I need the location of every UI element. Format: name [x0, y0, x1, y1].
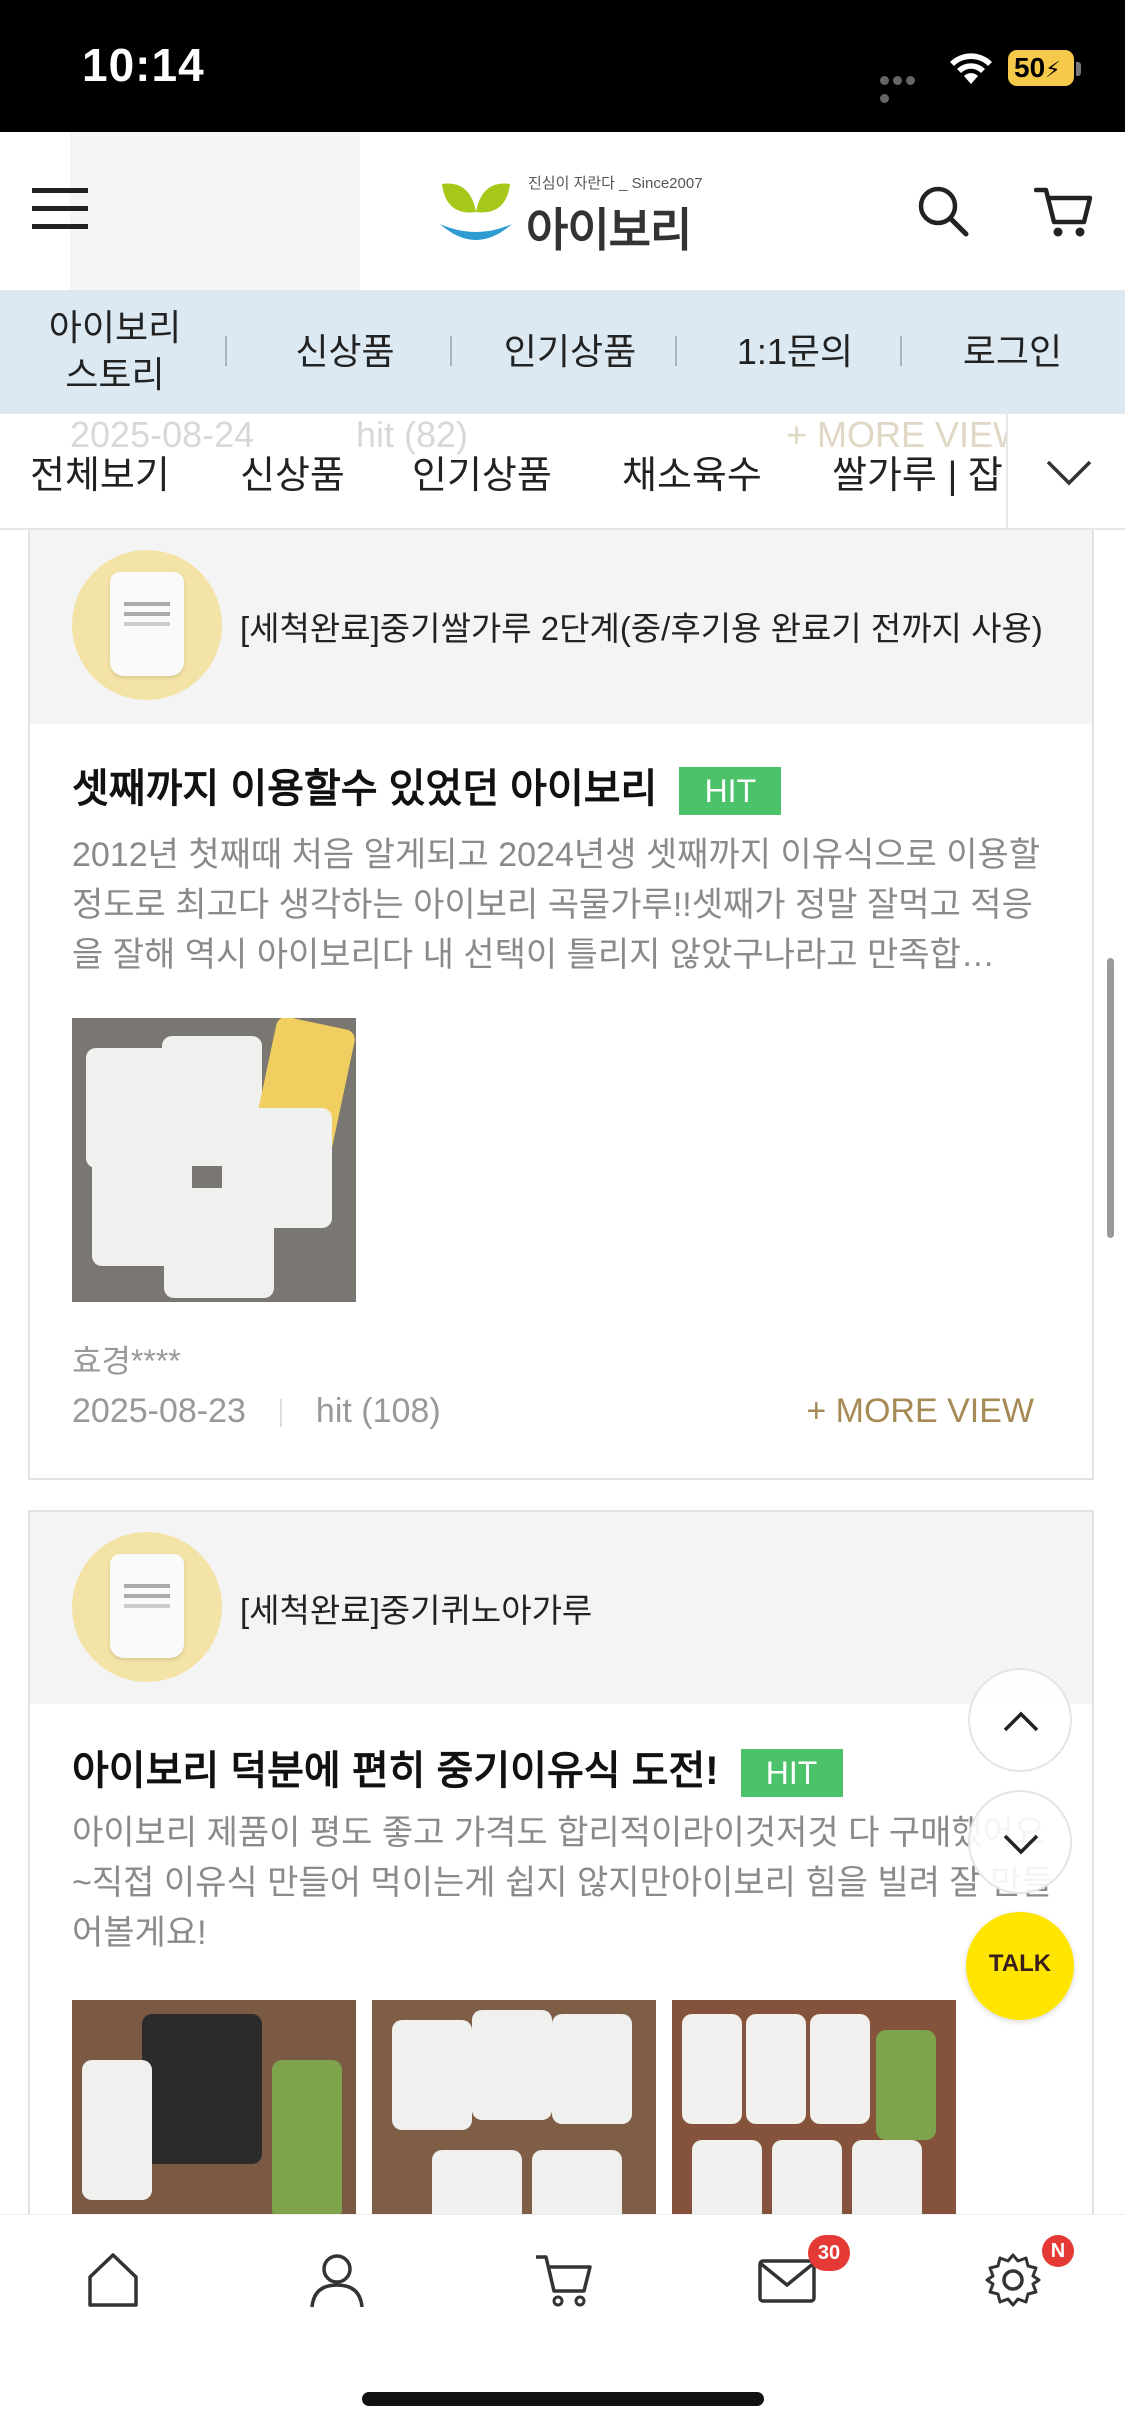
category-new[interactable]: 신상품 — [240, 444, 345, 499]
chevron-up-icon — [1003, 1711, 1039, 1732]
review-date: 2025-08-23 — [72, 1392, 246, 1430]
status-time: 10:14 — [82, 39, 205, 91]
settings-badge: N — [1042, 2235, 1074, 2267]
logo-leaf-icon — [440, 183, 512, 240]
top-nav-divider — [900, 336, 902, 366]
top-nav-new[interactable]: 신상품 — [240, 290, 450, 414]
battery-icon: 50⚡ — [1008, 50, 1074, 86]
category-nav: 2025-08-24 hit (82) + MORE VIEW 전체보기 신상품… — [0, 414, 1125, 530]
category-vegetable-broth[interactable]: 채소육수 — [622, 444, 762, 499]
chevron-down-icon — [1003, 1834, 1039, 1855]
talk-label: TALK — [988, 1950, 1052, 1977]
kakao-talk-button[interactable]: TALK — [966, 1912, 1074, 2020]
review-product[interactable]: [세척완료]중기퀴노아가루 — [30, 1512, 1092, 1704]
review-card[interactable]: [세척완료]중기쌀가루 2단계(중/후기용 완료기 전까지 사용) 셋째까지 이… — [28, 530, 1094, 1480]
scrollbar-thumb[interactable] — [1107, 958, 1114, 1238]
site-header: 진심이 자란다 _ Since2007 아이보리 — [0, 132, 1125, 290]
wifi-icon — [950, 53, 992, 84]
logo-text: 아이보리 — [526, 204, 692, 256]
mail-badge: 30 — [808, 2235, 850, 2271]
scroll-bottom-button[interactable] — [968, 1790, 1072, 1894]
product-name: [세척완료]중기쌀가루 2단계(중/후기용 완료기 전까지 사용) — [240, 610, 1043, 647]
top-nav-divider — [675, 336, 677, 366]
settings-gear-icon[interactable] — [978, 2245, 1048, 2315]
top-nav-popular[interactable]: 인기상품 — [465, 290, 675, 414]
hit-badge: HIT — [679, 767, 782, 816]
category-rice-flour[interactable]: 쌀가루 | 잡 — [832, 444, 1003, 499]
status-bar: 10:14 50⚡ — [0, 0, 1125, 132]
scroll-top-button[interactable] — [968, 1668, 1072, 1772]
review-body: 2012년 첫째때 처음 알게되고 2024년생 셋째까지 이유식으로 이용할정… — [72, 836, 1041, 974]
chevron-down-icon — [1046, 460, 1092, 486]
review-title-text: 아이보리 덕분에 편히 중기이유식 도전! — [72, 1749, 719, 1793]
top-nav-inquiry[interactable]: 1:1문의 — [690, 290, 900, 414]
review-author: 효경**** — [72, 1343, 181, 1379]
review-title[interactable]: 셋째까지 이용할수 있었던 아이보리 HIT — [72, 756, 782, 816]
review-meta: 2025-08-23 hit (108) — [72, 1392, 441, 1431]
review-hit-count: hit (108) — [315, 1392, 441, 1430]
product-thumbnail — [72, 1532, 222, 1682]
signal-icon — [880, 72, 930, 103]
top-nav-divider — [225, 336, 227, 366]
top-nav-login[interactable]: 로그인 — [915, 290, 1110, 414]
battery-tip — [1076, 62, 1081, 76]
review-title[interactable]: 아이보리 덕분에 편히 중기이유식 도전! HIT — [72, 1738, 843, 1798]
search-icon[interactable] — [916, 184, 970, 238]
header-background-ghost — [70, 132, 360, 290]
top-nav-divider — [450, 336, 452, 366]
top-nav: 아이보리 스토리 신상품 인기상품 1:1문의 로그인 — [0, 290, 1125, 414]
top-nav-story[interactable]: 아이보리 스토리 — [20, 290, 210, 414]
category-popular[interactable]: 인기상품 — [412, 444, 552, 499]
product-name: [세척완료]중기퀴노아가루 — [240, 1592, 593, 1629]
user-icon[interactable] — [302, 2245, 372, 2315]
battery-level: 50 — [1014, 52, 1046, 83]
review-card[interactable]: [세척완료]중기퀴노아가루 아이보리 덕분에 편히 중기이유식 도전! HIT 아… — [28, 1510, 1094, 2284]
review-title-text: 셋째까지 이용할수 있었던 아이보리 — [72, 767, 658, 811]
hit-badge: HIT — [740, 1749, 843, 1798]
more-view-link[interactable]: + MORE VIEW — [806, 1392, 1034, 1431]
home-icon[interactable] — [78, 2245, 148, 2315]
cart-tab-icon[interactable] — [528, 2245, 598, 2315]
review-body: 아이보리 제품이 평도 좋고 가격도 합리적이라이것저것 다 구매했어요~직접 … — [72, 1814, 1053, 1952]
review-product[interactable]: [세척완료]중기쌀가루 2단계(중/후기용 완료기 전까지 사용) — [30, 530, 1092, 724]
category-expand-button[interactable] — [1006, 414, 1125, 528]
cart-icon[interactable] — [1034, 184, 1094, 240]
logo-tagline: 진심이 자란다 _ Since2007 — [528, 175, 703, 192]
product-thumbnail — [72, 550, 222, 700]
home-indicator — [362, 2392, 764, 2406]
site-logo[interactable]: 진심이 자란다 _ Since2007 아이보리 — [436, 172, 703, 258]
category-all[interactable]: 전체보기 — [30, 444, 170, 499]
review-photo[interactable] — [72, 1018, 356, 1302]
hamburger-menu-icon[interactable] — [32, 184, 88, 234]
